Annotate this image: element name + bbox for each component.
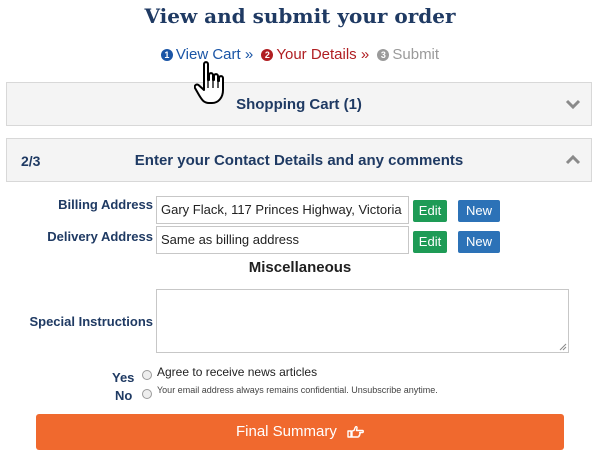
- email-confidential-note: Your email address always remains confid…: [157, 385, 438, 395]
- step-number-1: 1: [160, 49, 173, 61]
- final-summary-label: Final Summary: [235, 423, 337, 440]
- delivery-new-button[interactable]: New: [458, 231, 500, 253]
- step-submit: 3 Submit: [377, 46, 439, 63]
- shopping-cart-title: Shopping Cart (1): [236, 96, 362, 113]
- step-label-submit: Submit: [392, 46, 440, 63]
- hand-point-right-icon: [347, 425, 364, 438]
- agree-news-text: Agree to receive news articles: [157, 365, 318, 379]
- final-summary-button[interactable]: Final Summary: [36, 414, 564, 450]
- delivery-address-field[interactable]: Same as billing address: [156, 226, 409, 254]
- shopping-cart-panel[interactable]: Shopping Cart (1): [6, 82, 592, 126]
- no-label: No: [115, 388, 133, 403]
- step-number-3: 3: [377, 49, 390, 61]
- hand-pointer-cursor-icon: [194, 61, 224, 104]
- step-your-details[interactable]: 2 Your Details »: [261, 46, 369, 63]
- contact-details-title: Enter your Contact Details and any comme…: [134, 152, 464, 169]
- special-instructions-textarea[interactable]: [156, 289, 569, 353]
- yes-radio[interactable]: [142, 370, 152, 380]
- resize-grip-icon[interactable]: [559, 343, 567, 351]
- checkout-steps: 1 View Cart » 2 Your Details » 3 Submit: [0, 46, 600, 63]
- billing-new-button[interactable]: New: [458, 200, 500, 222]
- yes-label: Yes: [112, 370, 135, 385]
- chevron-down-icon[interactable]: [565, 98, 581, 110]
- billing-address-field[interactable]: Gary Flack, 117 Princes Highway, Victori…: [156, 196, 409, 224]
- delivery-edit-button[interactable]: Edit: [413, 231, 447, 253]
- no-radio[interactable]: [142, 389, 152, 399]
- billing-edit-button[interactable]: Edit: [413, 200, 447, 222]
- special-instructions-label: Special Instructions: [29, 314, 153, 329]
- miscellaneous-heading: Miscellaneous: [248, 259, 352, 276]
- step-label-your-details: Your Details »: [276, 46, 370, 63]
- page-title: View and submit your order: [144, 4, 456, 28]
- chevron-up-icon[interactable]: [565, 154, 581, 166]
- contact-details-panel[interactable]: 2/3 Enter your Contact Details and any c…: [6, 138, 592, 182]
- step-number-2: 2: [261, 49, 274, 61]
- billing-address-label: Billing Address: [58, 197, 153, 212]
- delivery-address-label: Delivery Address: [47, 229, 153, 244]
